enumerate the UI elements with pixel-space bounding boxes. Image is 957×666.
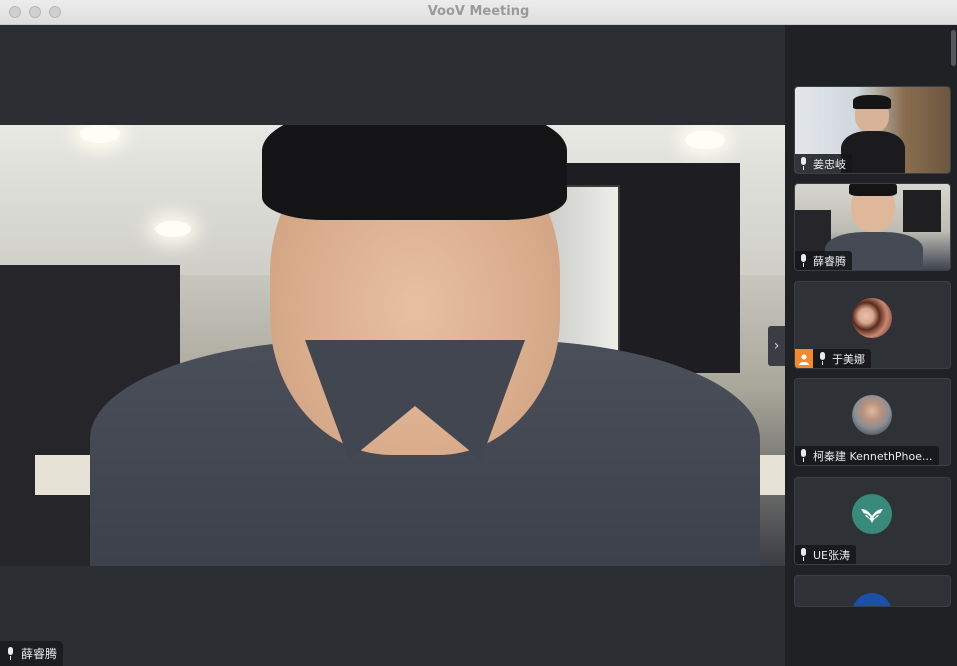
- participant-tile[interactable]: 姜忠岐: [794, 86, 951, 174]
- participant-tile[interactable]: 于美娜: [794, 281, 951, 369]
- participant-tile[interactable]: 柯秦建 KennethPhoe...: [794, 378, 951, 466]
- participant-name-tag: UE张涛: [795, 545, 857, 564]
- main-stage: ›: [0, 25, 785, 666]
- microphone-icon: [799, 449, 808, 462]
- participant-avatar: [852, 298, 892, 338]
- show-participants-arrow[interactable]: ›: [768, 326, 785, 366]
- participant-name-tag: 姜忠岐: [795, 154, 852, 173]
- microphone-icon: [799, 157, 808, 170]
- participant-name: 姜忠岐: [813, 157, 846, 171]
- participant-tile[interactable]: 薛睿腾: [794, 183, 951, 271]
- microphone-icon: [6, 647, 15, 660]
- participant-avatar: [852, 593, 892, 606]
- microphone-icon: [818, 352, 827, 365]
- active-speaker-name-tag: 薛睿腾: [0, 641, 64, 666]
- microphone-icon: [799, 548, 808, 561]
- window-title: VooV Meeting: [427, 4, 530, 19]
- participant-name: UE张涛: [813, 548, 851, 562]
- gallery-scrollbar[interactable]: [951, 30, 956, 66]
- participant-name: 于美娜: [832, 352, 865, 366]
- participant-name: 柯秦建 KennethPhoe...: [813, 449, 933, 463]
- participant-name: 薛睿腾: [813, 254, 846, 268]
- participant-name-tag: 柯秦建 KennethPhoe...: [795, 446, 939, 465]
- title-bar: VooV Meeting: [0, 0, 957, 25]
- participant-avatar: [852, 494, 892, 534]
- participant-name-tag: 薛睿腾: [795, 251, 852, 270]
- participant-name-tag: 于美娜: [795, 349, 871, 368]
- participant-avatar: [852, 395, 892, 435]
- bird-logo-icon: [861, 509, 883, 523]
- participant-tile[interactable]: UE张涛: [794, 477, 951, 565]
- host-icon: [795, 349, 813, 368]
- active-speaker-video[interactable]: [0, 125, 785, 566]
- active-speaker-name: 薛睿腾: [21, 647, 58, 661]
- microphone-icon: [799, 254, 808, 267]
- participant-tile[interactable]: [794, 575, 951, 607]
